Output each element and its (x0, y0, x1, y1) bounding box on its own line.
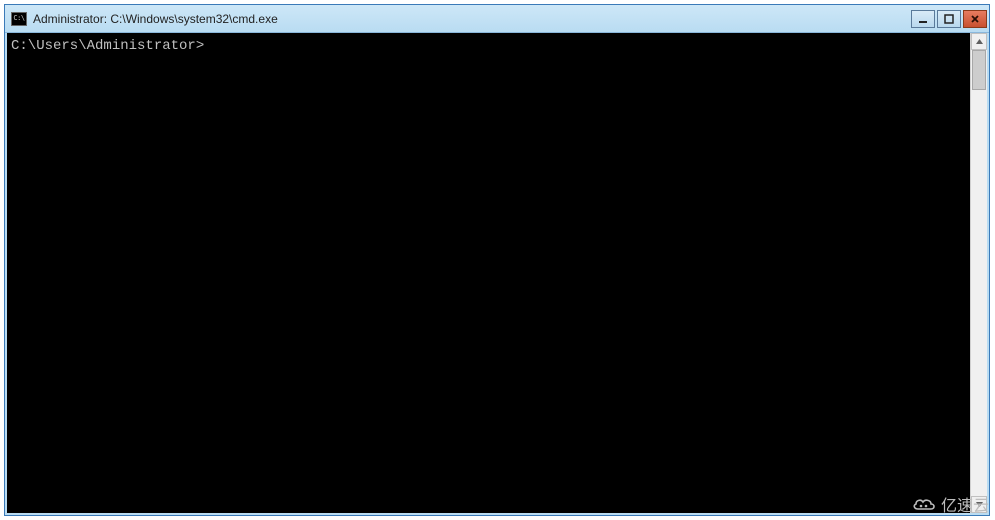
terminal-output[interactable]: C:\Users\Administrator> (7, 33, 970, 513)
scrollbar-track[interactable] (971, 50, 987, 496)
maximize-button[interactable] (937, 10, 961, 28)
cmd-icon-label: C:\ (13, 15, 24, 22)
scroll-up-button[interactable] (971, 33, 987, 50)
client-area: C:\Users\Administrator> (5, 33, 989, 515)
window-title: Administrator: C:\Windows\system32\cmd.e… (33, 12, 911, 26)
close-button[interactable] (963, 10, 987, 28)
minimize-button[interactable] (911, 10, 935, 28)
cmd-window: C:\ Administrator: C:\Windows\system32\c… (4, 4, 990, 516)
window-controls (911, 10, 987, 28)
vertical-scrollbar[interactable] (970, 33, 987, 513)
titlebar[interactable]: C:\ Administrator: C:\Windows\system32\c… (5, 5, 989, 33)
scroll-down-button[interactable] (971, 496, 987, 513)
prompt-line: C:\Users\Administrator> (11, 38, 204, 54)
scrollbar-thumb[interactable] (972, 50, 986, 90)
cmd-icon: C:\ (11, 12, 27, 26)
